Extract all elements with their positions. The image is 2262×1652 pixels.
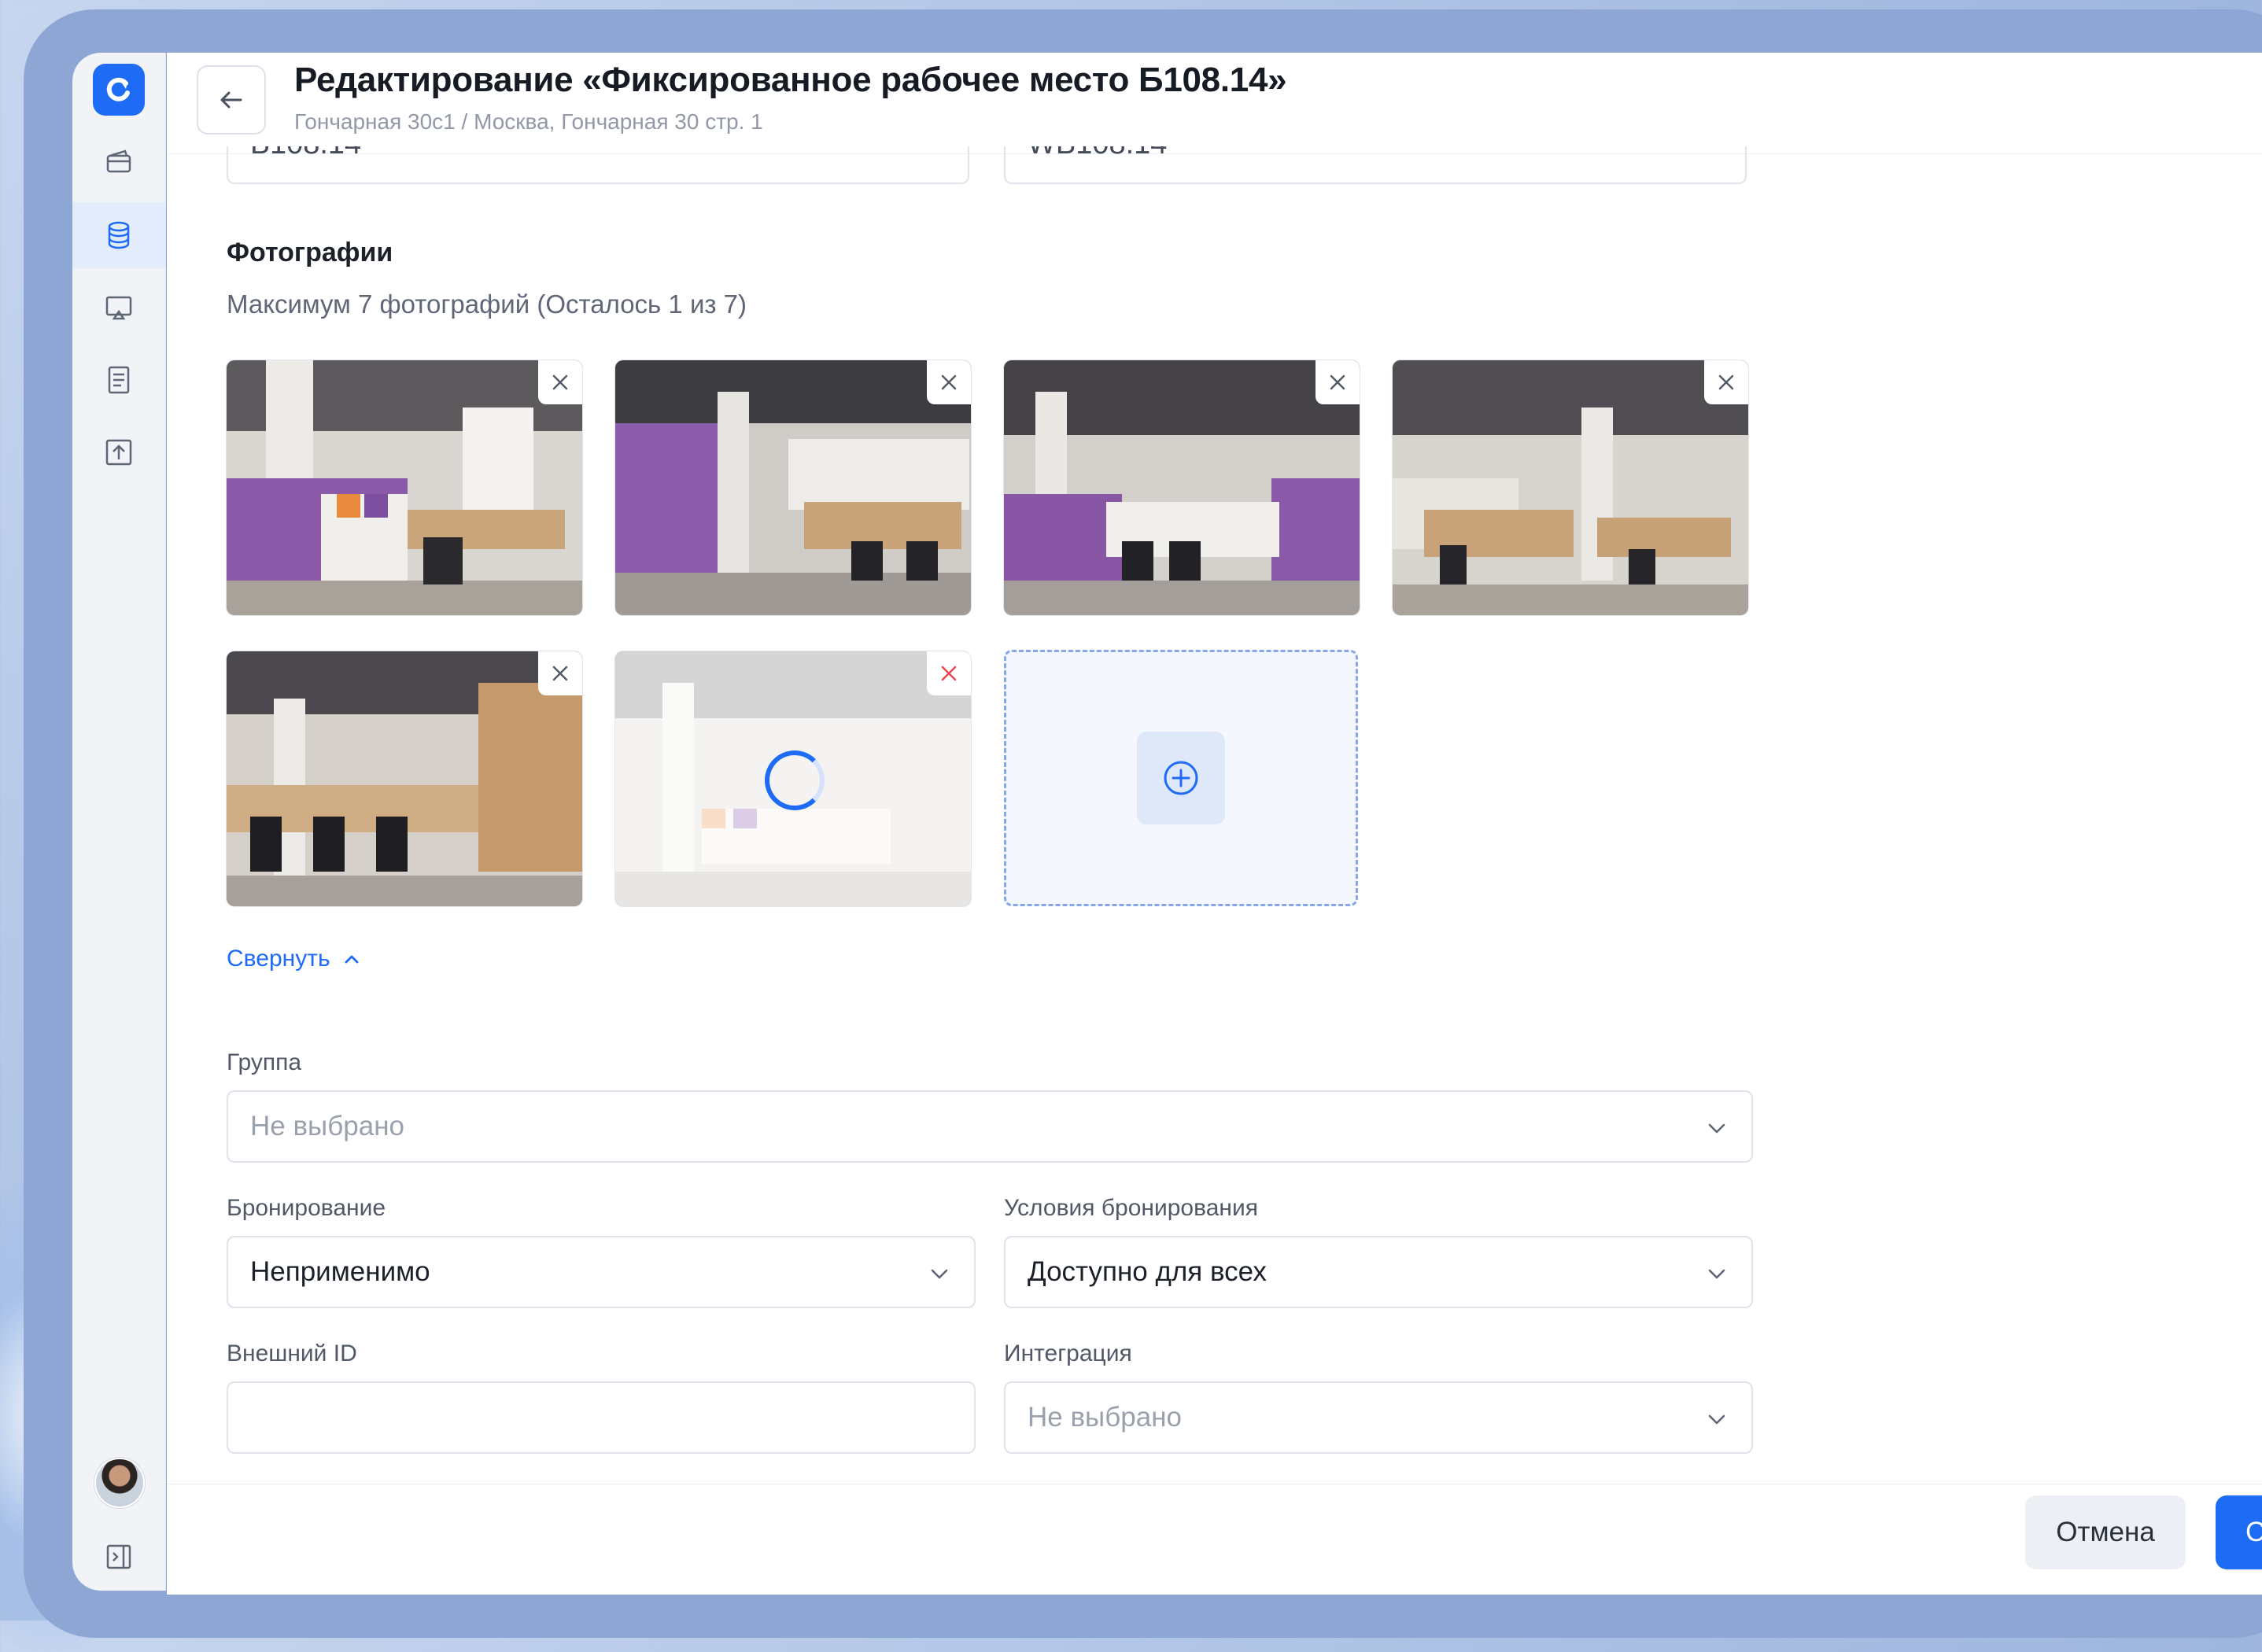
remove-photo-6-button[interactable]	[927, 651, 971, 695]
close-icon	[941, 374, 957, 390]
breadcrumb: Гончарная 30с1 / Москва, Гончарная 30 ст…	[294, 109, 763, 134]
page-title: Редактирование «Фиксированное рабочее ме…	[294, 61, 1287, 99]
office-photo-2	[615, 360, 971, 615]
code-field[interactable]: WB108.14	[1004, 146, 1747, 184]
document-icon	[108, 366, 130, 394]
sidebar-item-documents[interactable]	[72, 347, 165, 413]
remove-photo-2-button[interactable]	[927, 360, 971, 404]
remove-photo-5-button[interactable]	[538, 651, 582, 695]
remove-photo-1-button[interactable]	[538, 360, 582, 404]
database-icon	[108, 221, 130, 249]
edit-form: Б108.14 WB108.14 Фотографии Максимум 7 ф…	[167, 146, 2262, 1484]
cancel-button[interactable]: Отмена	[2025, 1495, 2186, 1569]
collapse-label: Свернуть	[227, 946, 330, 972]
wallet-icon	[106, 149, 131, 173]
group-select[interactable]: Не выбрано	[227, 1090, 1753, 1163]
add-photo-button[interactable]	[1137, 732, 1225, 824]
booking-select[interactable]: Неприменимо	[227, 1236, 976, 1308]
sidebar-item-database[interactable]	[72, 202, 165, 268]
save-button[interactable]: С	[2216, 1495, 2262, 1569]
external-id-input[interactable]	[227, 1381, 976, 1454]
chevron-down-icon	[931, 1269, 948, 1279]
close-icon	[1718, 374, 1734, 390]
booking-select-value: Неприменимо	[250, 1256, 430, 1287]
sidebar-collapse-toggle[interactable]	[72, 1524, 165, 1590]
office-photo-5	[227, 651, 582, 906]
panel-expand-icon	[106, 1544, 131, 1569]
photo-thumbnail-1[interactable]	[227, 360, 582, 615]
chevron-down-icon	[1708, 1414, 1725, 1425]
booking-conditions-value: Доступно для всех	[1028, 1256, 1267, 1287]
monitor-icon	[105, 296, 132, 320]
integration-label: Интеграция	[1004, 1340, 1132, 1366]
back-button[interactable]	[197, 65, 266, 135]
form-footer: Отмена С	[167, 1484, 2262, 1595]
office-photo-1	[227, 360, 582, 615]
booking-conditions-select[interactable]: Доступно для всех	[1004, 1236, 1753, 1308]
code-field-value: WB108.14	[1028, 146, 1167, 161]
photo-thumbnail-2[interactable]	[615, 360, 971, 615]
remove-photo-4-button[interactable]	[1704, 360, 1748, 404]
booking-conditions-label: Условия бронирования	[1004, 1195, 1258, 1221]
photo-thumbnail-4[interactable]	[1393, 360, 1748, 615]
number-field-value: Б108.14	[250, 146, 361, 161]
close-icon	[1330, 374, 1345, 390]
plus-circle-icon	[1164, 761, 1198, 795]
user-avatar[interactable]	[94, 1458, 145, 1508]
group-label: Группа	[227, 1049, 302, 1075]
add-photo-tile[interactable]	[1004, 650, 1358, 906]
photo-thumbnail-6-uploading[interactable]	[615, 651, 971, 906]
loading-spinner-icon	[765, 750, 825, 810]
collapse-photos-link[interactable]: Свернуть	[227, 946, 362, 972]
integration-select[interactable]: Не выбрано	[1004, 1381, 1753, 1454]
upload-icon	[105, 439, 132, 466]
booking-label: Бронирование	[227, 1195, 386, 1221]
sidebar-item-wallet[interactable]	[72, 130, 165, 196]
arrow-left-icon	[220, 91, 242, 109]
photo-thumbnail-3[interactable]	[1004, 360, 1360, 615]
remove-photo-3-button[interactable]	[1316, 360, 1360, 404]
page-header: Редактирование «Фиксированное рабочее ме…	[167, 53, 2262, 154]
photos-section-title: Фотографии	[227, 238, 393, 267]
chevron-down-icon	[1708, 1123, 1725, 1134]
app-logo-icon[interactable]	[93, 64, 145, 116]
office-photo-3	[1004, 360, 1360, 615]
integration-select-placeholder: Не выбрано	[1028, 1402, 1182, 1433]
sidebar-item-display[interactable]	[72, 275, 165, 341]
number-field[interactable]: Б108.14	[227, 146, 969, 184]
sidebar-item-upload[interactable]	[72, 419, 165, 485]
close-icon	[552, 374, 568, 390]
close-icon	[941, 666, 957, 681]
close-icon	[552, 666, 568, 681]
chevron-up-icon	[345, 955, 358, 964]
photo-thumbnail-5[interactable]	[227, 651, 582, 906]
sidebar	[72, 53, 166, 1591]
group-select-placeholder: Не выбрано	[250, 1111, 404, 1141]
chevron-down-icon	[1708, 1269, 1725, 1279]
photos-limit-text: Максимум 7 фотографий (Осталось 1 из 7)	[227, 289, 747, 319]
office-photo-4	[1393, 360, 1748, 615]
external-id-label: Внешний ID	[227, 1340, 357, 1366]
